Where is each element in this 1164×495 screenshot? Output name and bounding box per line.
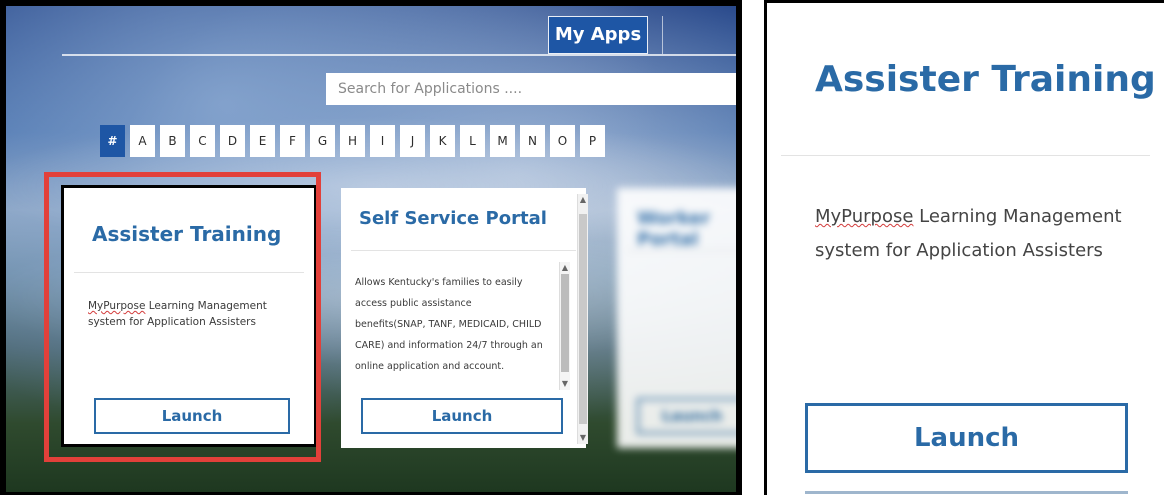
worker-portal-card: Worker Portal Launch (617, 188, 736, 448)
header-divider (62, 54, 736, 56)
alpha-filter-c[interactable]: C (190, 125, 215, 157)
spellcheck-word: MyPurpose (815, 206, 914, 227)
card-title: Worker Portal (637, 208, 711, 250)
scroll-thumb[interactable] (579, 214, 587, 424)
zoomed-card-title: Assister Training (815, 59, 1156, 100)
alpha-filter-i[interactable]: I (370, 125, 395, 157)
search-applications-input[interactable] (326, 73, 736, 105)
scroll-up-arrow-icon[interactable]: ▲ (560, 264, 570, 272)
tab-separator (662, 16, 663, 54)
zoomed-card-divider (781, 155, 1150, 156)
alpha-filter-l[interactable]: L (460, 125, 485, 157)
highlight-frame (44, 172, 321, 462)
alphabet-filter: # A B C D E F G H I J K L M N O P (100, 125, 605, 157)
alpha-filter-n[interactable]: N (520, 125, 545, 157)
zoomed-launch-button[interactable]: Launch (805, 403, 1128, 473)
scroll-up-arrow-icon[interactable]: ▲ (578, 196, 588, 204)
card-title: Self Service Portal (359, 208, 547, 229)
card-divider (351, 250, 576, 251)
alpha-filter-d[interactable]: D (220, 125, 245, 157)
scroll-down-arrow-icon[interactable]: ▼ (578, 434, 588, 442)
self-service-launch-button[interactable]: Launch (361, 398, 563, 434)
alpha-filter-p[interactable]: P (580, 125, 605, 157)
alpha-filter-k[interactable]: K (430, 125, 455, 157)
zoomed-card-view: Assister Training MyPurpose Learning Man… (764, 0, 1164, 495)
app-portal-screenshot: My Apps # A B C D E F G H I J K L M N O … (0, 0, 742, 495)
card-scrollbar[interactable]: ▲ ▼ (577, 194, 588, 444)
alpha-filter-b[interactable]: B (160, 125, 185, 157)
scroll-down-arrow-icon[interactable]: ▼ (560, 380, 570, 388)
zoomed-card-description: MyPurpose Learning Management system for… (815, 200, 1145, 268)
alpha-filter-j[interactable]: J (400, 125, 425, 157)
zoomed-bottom-shadow (805, 491, 1128, 494)
description-scrollbar[interactable]: ▲ ▼ (559, 262, 570, 390)
card-description: Allows Kentucky's families to easily acc… (355, 277, 543, 372)
card-divider (627, 250, 736, 251)
alpha-filter-a[interactable]: A (130, 125, 155, 157)
alpha-filter-f[interactable]: F (280, 125, 305, 157)
scroll-thumb[interactable] (561, 274, 569, 372)
alpha-filter-h[interactable]: H (340, 125, 365, 157)
alpha-filter-o[interactable]: O (550, 125, 575, 157)
alpha-filter-m[interactable]: M (490, 125, 515, 157)
self-service-portal-card: Self Service Portal Allows Kentucky's fa… (341, 188, 588, 448)
my-apps-tab[interactable]: My Apps (548, 16, 648, 54)
alpha-filter-e[interactable]: E (250, 125, 275, 157)
worker-portal-launch-button[interactable]: Launch (637, 398, 736, 434)
alpha-filter-g[interactable]: G (310, 125, 335, 157)
alpha-filter-hash[interactable]: # (100, 125, 125, 157)
